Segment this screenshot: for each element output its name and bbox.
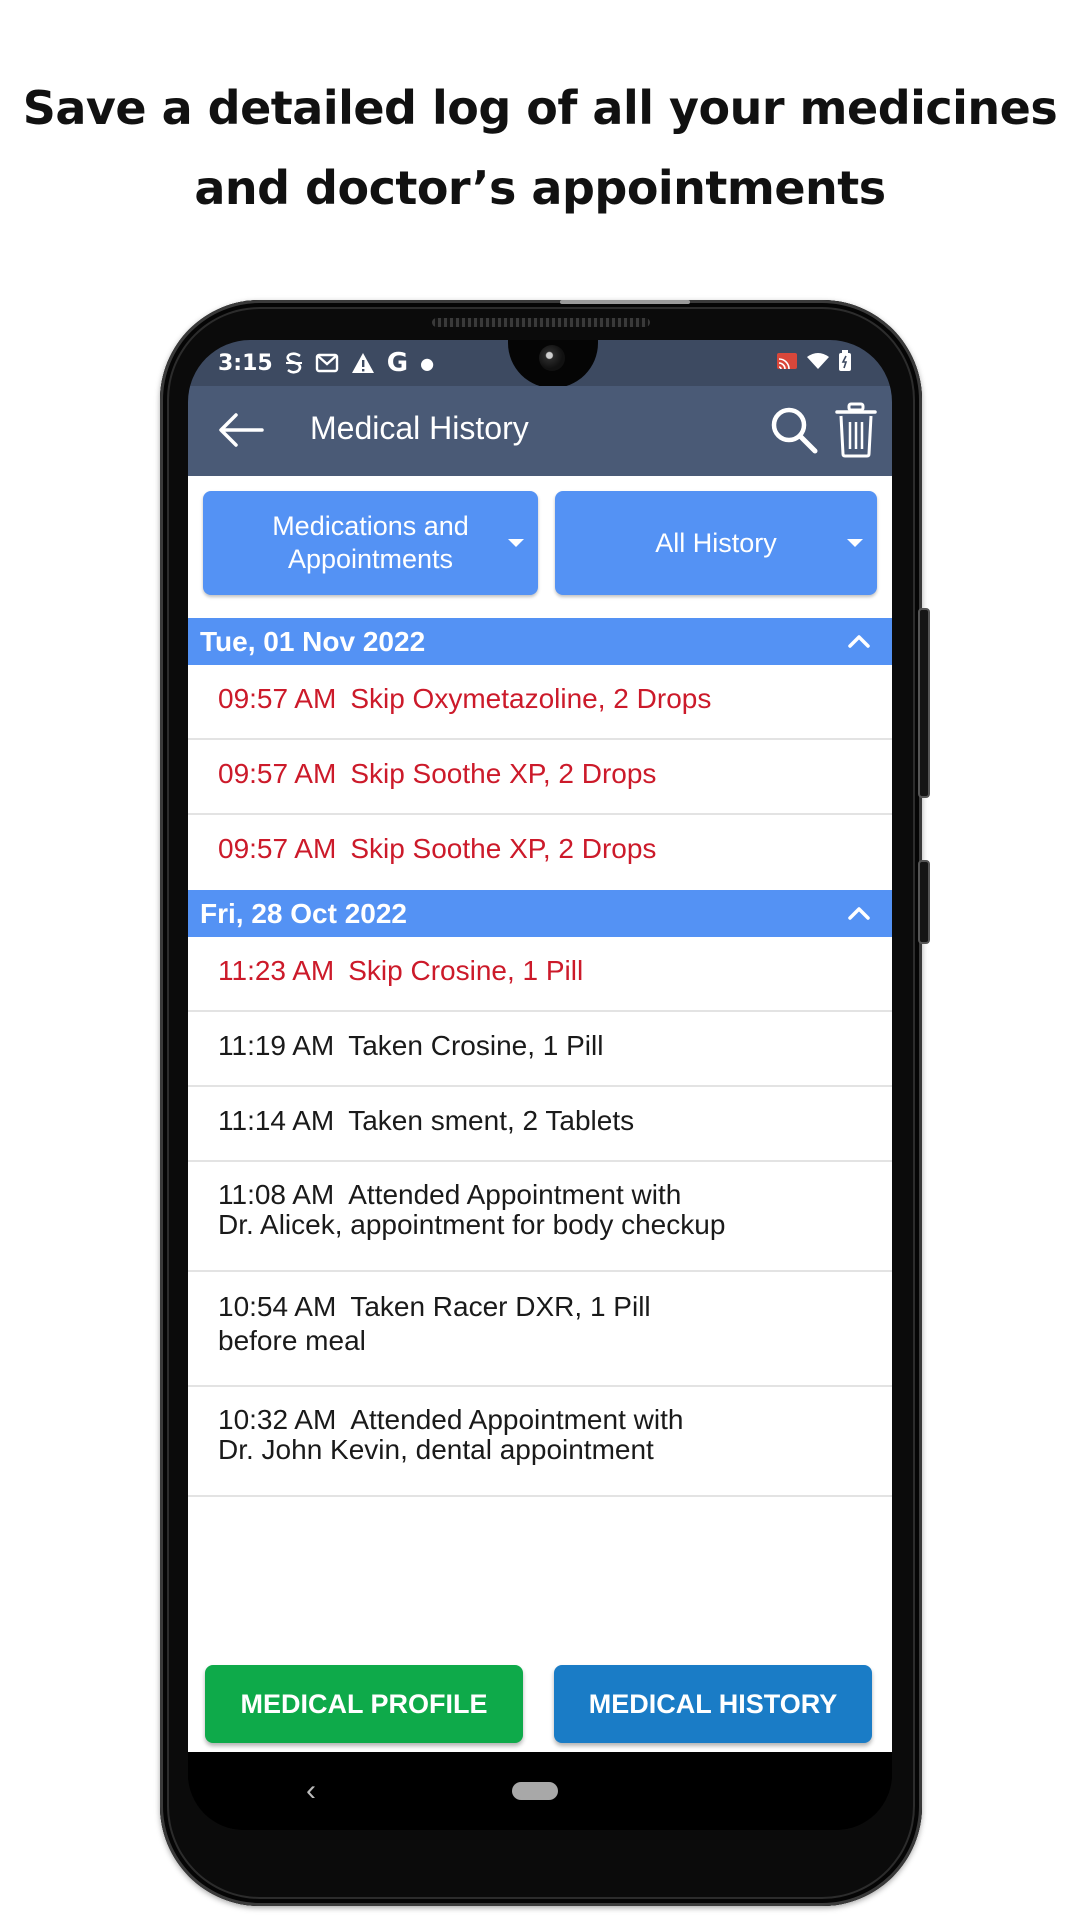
gmail-icon	[315, 353, 338, 373]
app-bar: Medical History	[188, 386, 892, 476]
entry-note: before meal	[218, 1325, 366, 1356]
entry-time: 09:57 AM	[218, 683, 337, 714]
dropdown-caret-icon	[847, 539, 863, 547]
history-entry[interactable]: 11:19 AM Taken Crosine, 1 Pill	[188, 1012, 892, 1087]
entry-text: Skip Oxymetazoline, 2 Drops	[350, 683, 712, 714]
google-icon: G	[386, 348, 409, 378]
headline-line-1: Save a detailed log of all your medicine…	[22, 81, 1058, 135]
category-filter-label-1: Medications and	[272, 511, 469, 541]
history-entry[interactable]: 10:54 AM Taken Racer DXR, 1 Pill before m…	[188, 1272, 892, 1387]
history-entry[interactable]: 09:57 AM Skip Soothe XP, 2 Drops	[188, 740, 892, 815]
earpiece-speaker	[432, 318, 650, 327]
nav-back-icon[interactable]: ‹	[306, 1774, 316, 1808]
front-camera	[539, 345, 565, 371]
entry-time: 10:54 AM	[218, 1291, 337, 1322]
history-content: Medications and Appointments All History…	[188, 476, 892, 1752]
history-entry[interactable]: 09:57 AM Skip Soothe XP, 2 Drops	[188, 815, 892, 890]
search-icon[interactable]	[768, 404, 820, 456]
category-filter-dropdown[interactable]: Medications and Appointments	[203, 491, 538, 595]
trash-icon[interactable]	[834, 402, 878, 458]
page-title: Medical History	[310, 410, 529, 446]
phone-top-edge	[560, 300, 690, 304]
entry-time: 11:19 AM	[218, 1030, 335, 1061]
nav-home-pill[interactable]	[512, 1782, 558, 1800]
entry-time: 11:23 AM	[218, 955, 335, 986]
chevron-up-icon	[848, 635, 870, 648]
section-date: Fri, 28 Oct 2022	[200, 898, 408, 929]
section-header-nov-01[interactable]: Tue, 01 Nov 2022	[188, 618, 892, 665]
entry-time: 11:08 AM	[218, 1179, 335, 1210]
chevron-up-icon	[848, 907, 870, 920]
camera-notch	[508, 340, 598, 388]
warning-icon	[351, 353, 374, 373]
arrow-left-icon[interactable]	[216, 410, 266, 450]
history-entry[interactable]: 10:32 AM Attended Appointment with Dr. Jo…	[188, 1387, 892, 1497]
battery-icon	[839, 350, 851, 371]
entry-time: 10:32 AM	[218, 1404, 337, 1435]
entry-time: 09:57 AM	[218, 833, 337, 864]
entry-text: Attended Appointment with	[348, 1179, 682, 1210]
entry-note: Dr. John Kevin, dental appointment	[218, 1434, 654, 1465]
history-entry[interactable]: 09:57 AM Skip Oxymetazoline, 2 Drops	[188, 665, 892, 740]
section-date: Tue, 01 Nov 2022	[200, 626, 426, 657]
history-entry[interactable]: 11:08 AM Attended Appointment with Dr. Al…	[188, 1162, 892, 1272]
entry-time: 11:14 AM	[218, 1105, 335, 1136]
range-filter-label: All History	[655, 527, 777, 558]
status-time: 3:15	[218, 350, 273, 376]
headline-line-2: and doctor’s appointments	[194, 161, 886, 215]
cast-icon	[777, 353, 797, 370]
entry-text: Skip Soothe XP, 2 Drops	[350, 833, 657, 864]
dropdown-caret-icon	[508, 539, 524, 547]
entry-note: Dr. Alicek, appointment for body checkup	[218, 1209, 726, 1240]
section-header-oct-28[interactable]: Fri, 28 Oct 2022	[188, 890, 892, 937]
s-app-icon	[285, 352, 302, 374]
entry-text: Attended Appointment with	[350, 1404, 684, 1435]
entry-text: Skip Crosine, 1 Pill	[348, 955, 584, 986]
volume-button	[918, 608, 930, 798]
dot-icon: ●	[420, 353, 435, 373]
phone-screen: 3:15 G ● Medical History Medications and…	[188, 340, 892, 1830]
entry-text: Taken Crosine, 1 Pill	[348, 1030, 604, 1061]
entry-text: Taken Racer DXR, 1 Pill	[350, 1291, 651, 1322]
category-filter-label-2: Appointments	[287, 544, 454, 574]
system-nav-bar: ‹	[188, 1752, 892, 1830]
entry-text: Taken sment, 2 Tablets	[348, 1105, 635, 1136]
promo-headline: Save a detailed log of all your medicine…	[0, 68, 1080, 228]
wifi-icon	[807, 353, 829, 369]
medical-profile-button[interactable]: MEDICAL PROFILE	[205, 1665, 523, 1743]
entry-time: 09:57 AM	[218, 758, 337, 789]
status-bar: 3:15 G ●	[188, 340, 892, 388]
range-filter-dropdown[interactable]: All History	[555, 491, 877, 595]
history-entry[interactable]: 11:14 AM Taken sment, 2 Tablets	[188, 1087, 892, 1162]
medical-history-button[interactable]: MEDICAL HISTORY	[554, 1665, 872, 1743]
history-entry[interactable]: 11:23 AM Skip Crosine, 1 Pill	[188, 937, 892, 1012]
entry-text: Skip Soothe XP, 2 Drops	[350, 758, 657, 789]
power-button	[918, 860, 930, 944]
